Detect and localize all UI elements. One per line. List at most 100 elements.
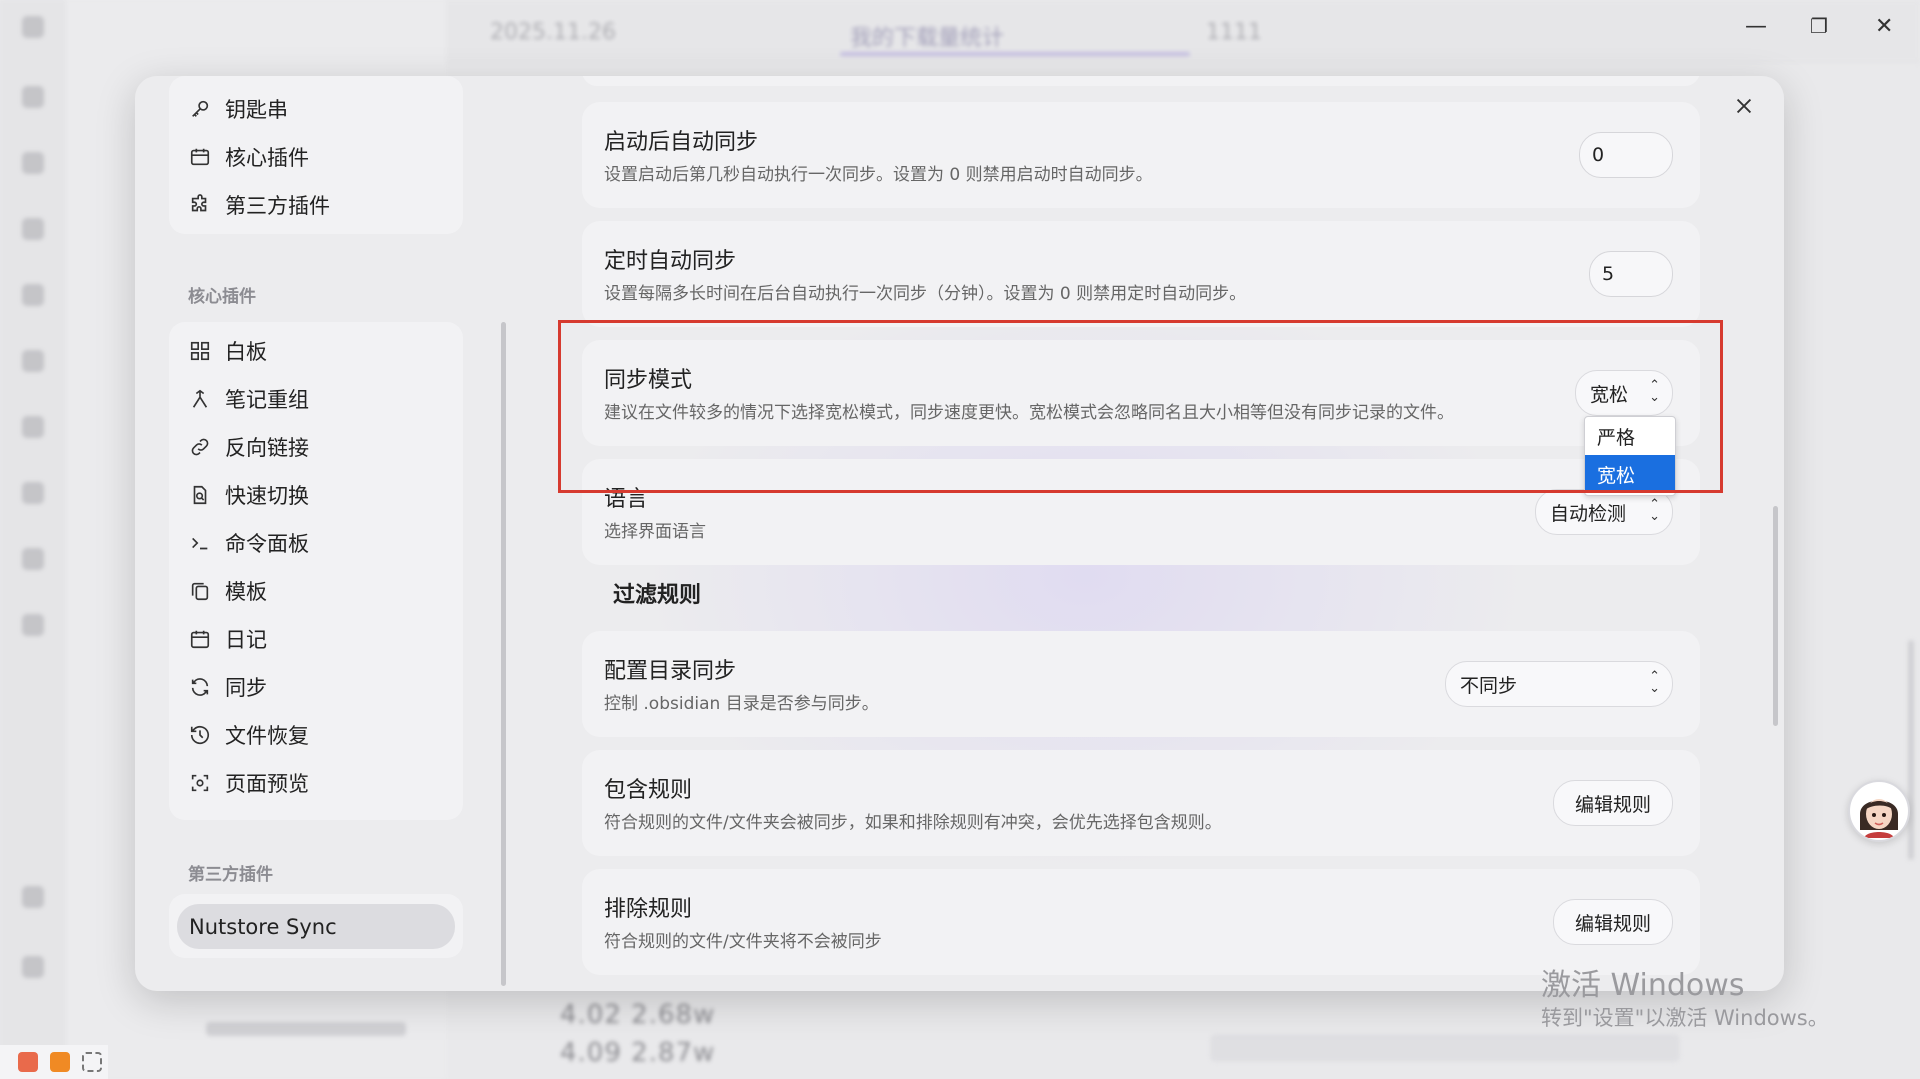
nav-item-command-palette[interactable]: 命令面板 <box>189 528 309 558</box>
setting-startup-sync: 启动后自动同步 设置启动后第几秒自动执行一次同步。设置为 0 则禁用启动时自动同… <box>582 102 1700 208</box>
help-icon[interactable] <box>22 886 44 908</box>
nav-item-file-recovery[interactable]: 文件恢复 <box>189 720 309 750</box>
nav-item-label: 核心插件 <box>225 146 309 170</box>
nav-item-label: 笔记重组 <box>225 388 309 412</box>
setting-desc: 符合规则的文件/文件夹会被同步，如果和排除规则有冲突，会优先选择包含规则。 <box>604 813 1222 833</box>
nav-group-core: 白板 笔记重组 反向链接 快速切换 命令面板 模板 日记 同步 文件恢复 页面预… <box>169 322 463 820</box>
status-bar <box>1210 1034 1680 1062</box>
nav-group-options: 钥匙串 核心插件 第三方插件 <box>169 76 463 234</box>
nav-heading-core: 核心插件 <box>188 287 256 307</box>
bg-scrollbar[interactable] <box>1908 640 1914 860</box>
app-icon-1[interactable] <box>18 1052 38 1072</box>
setting-exclude-rules: 排除规则 符合规则的文件/文件夹将不会被同步 编辑规则 <box>582 869 1700 975</box>
chevron-updown-icon: ⌃ ⌄ <box>1649 497 1660 524</box>
nav-item-keychain[interactable]: 钥匙串 <box>189 94 288 124</box>
list-icon[interactable] <box>22 482 44 504</box>
app-icon-2[interactable] <box>50 1052 70 1072</box>
edit-exclude-rules-button[interactable]: 编辑规则 <box>1553 899 1673 945</box>
bg-row-1: 4.02 2.68w <box>560 1000 716 1030</box>
terminal-icon[interactable] <box>22 416 44 438</box>
chevron-updown-icon: ⌃ ⌄ <box>1649 669 1660 696</box>
modal-close-button[interactable] <box>1728 90 1760 122</box>
nav-item-nutstore-sync[interactable]: Nutstore Sync <box>177 904 455 949</box>
canvas-icon[interactable] <box>22 218 44 240</box>
setting-title: 排除规则 <box>604 897 693 922</box>
nav-item-label: 命令面板 <box>225 532 309 556</box>
tab-3[interactable]: 1111 <box>1206 20 1262 45</box>
sync-icon <box>189 676 211 698</box>
nav-item-label: 日记 <box>225 628 267 652</box>
nav-item-note-composer[interactable]: 笔记重组 <box>189 384 309 414</box>
setting-title: 包含规则 <box>604 778 693 803</box>
setting-include-rules: 包含规则 符合规则的文件/文件夹会被同步，如果和排除规则有冲突，会优先选择包含规… <box>582 750 1700 856</box>
window-close-icon[interactable]: ✕ <box>1875 14 1893 39</box>
section-heading-filter-rules: 过滤规则 <box>613 583 702 608</box>
nav-item-label: 页面预览 <box>225 772 309 796</box>
assistant-avatar[interactable] <box>1848 780 1910 842</box>
setting-title: 定时自动同步 <box>604 249 737 274</box>
graph-icon[interactable] <box>22 152 44 174</box>
nav-heading-third-party: 第三方插件 <box>188 865 273 885</box>
sidebar-toggle-icon[interactable] <box>22 16 44 38</box>
setting-desc: 符合规则的文件/文件夹将不会被同步 <box>604 932 882 952</box>
interval-sync-minutes-input[interactable]: 5 <box>1589 251 1673 297</box>
nav-item-label: 反向链接 <box>225 436 309 460</box>
sync-icon[interactable] <box>22 548 44 570</box>
cloud-icon[interactable] <box>22 614 44 636</box>
nav-item-daily-notes[interactable]: 日记 <box>189 624 267 654</box>
language-value: 自动检测 <box>1550 502 1627 525</box>
nav-item-sync[interactable]: 同步 <box>189 672 267 702</box>
content-scrollbar[interactable] <box>1773 506 1778 726</box>
settings-nav: 钥匙串 核心插件 第三方插件 核心插件 白板 笔记重组 反向链接 快速切换 命令… <box>135 76 495 991</box>
activation-watermark-subtitle: 转到"设置"以激活 Windows。 <box>1541 1006 1829 1030</box>
file-icon[interactable] <box>22 86 44 108</box>
nav-item-templates[interactable]: 模板 <box>189 576 267 606</box>
tab-1[interactable]: 2025.11.26 <box>490 20 616 45</box>
settings-modal: 钥匙串 核心插件 第三方插件 核心插件 白板 笔记重组 反向链接 快速切换 命令… <box>135 76 1784 991</box>
grid-icon <box>189 340 211 362</box>
nav-item-backlinks[interactable]: 反向链接 <box>189 432 309 462</box>
nav-item-label: 快速切换 <box>225 484 309 508</box>
calendar-icon[interactable] <box>22 284 44 306</box>
setting-desc: 选择界面语言 <box>604 522 706 542</box>
restore-icon[interactable]: ❐ <box>1810 14 1828 38</box>
tab-2[interactable]: 我的下载量统计 <box>850 20 1004 52</box>
annotation-highlight-box <box>558 320 1723 493</box>
nav-item-label: 模板 <box>225 580 267 604</box>
key-icon <box>189 98 211 120</box>
avatar-face-icon <box>1860 799 1898 838</box>
nav-item-canvas[interactable]: 白板 <box>189 336 267 366</box>
terminal-icon <box>189 532 211 554</box>
close-icon <box>1736 98 1752 114</box>
nav-item-core-plugins[interactable]: 核心插件 <box>189 142 309 172</box>
copy-icon <box>189 580 211 602</box>
minimize-icon[interactable]: — <box>1745 14 1767 39</box>
settings-card-previous <box>582 76 1700 86</box>
calendar-box-icon <box>189 146 211 168</box>
setting-desc: 设置启动后第几秒自动执行一次同步。设置为 0 则禁用启动时自动同步。 <box>604 165 1153 185</box>
file-search-icon <box>189 484 211 506</box>
merge-icon <box>189 388 211 410</box>
nav-item-page-preview[interactable]: 页面预览 <box>189 768 309 798</box>
nav-item-label: 第三方插件 <box>225 194 330 218</box>
nav-item-label: 同步 <box>225 676 267 700</box>
nav-item-quick-switcher[interactable]: 快速切换 <box>189 480 309 510</box>
preview-icon <box>189 772 211 794</box>
screenshot-icon[interactable] <box>82 1052 102 1072</box>
nav-scrollbar[interactable] <box>501 322 506 986</box>
setting-desc: 控制 .obsidian 目录是否参与同步。 <box>604 694 879 714</box>
backlink-icon <box>189 436 211 458</box>
bg-row-2: 4.09 2.87w <box>560 1038 716 1068</box>
config-sync-select[interactable]: 不同步 ⌃ ⌄ <box>1445 661 1673 707</box>
activation-watermark-title: 激活 Windows <box>1541 968 1745 1003</box>
setting-config-dir-sync: 配置目录同步 控制 .obsidian 目录是否参与同步。 不同步 ⌃ ⌄ <box>582 631 1700 737</box>
template-icon[interactable] <box>22 350 44 372</box>
startup-sync-seconds-input[interactable]: 0 <box>1579 132 1673 178</box>
nav-item-label: 文件恢复 <box>225 724 309 748</box>
settings-icon[interactable] <box>22 956 44 978</box>
nav-item-third-party-plugins[interactable]: 第三方插件 <box>189 190 330 220</box>
puzzle-icon <box>189 194 211 216</box>
setting-title: 配置目录同步 <box>604 659 737 684</box>
setting-title: 启动后自动同步 <box>604 130 759 155</box>
edit-include-rules-button[interactable]: 编辑规则 <box>1553 780 1673 826</box>
